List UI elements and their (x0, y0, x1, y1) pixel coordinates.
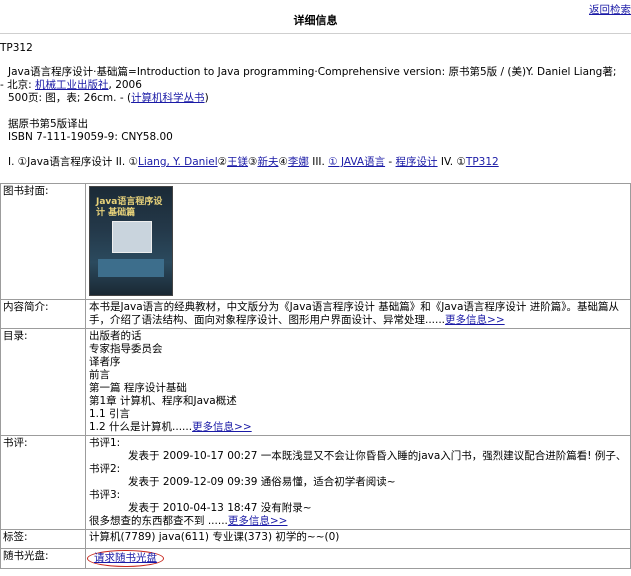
review-3-body: 发表于 2010-04-13 18:47 没有附录~ (128, 502, 312, 514)
tags-label: 标签: (0, 529, 86, 549)
subject-link-programming[interactable]: 程序设计 (396, 156, 438, 168)
tags-value: 计算机(7789) java(611) 专业课(373) 初学的~~(0) (85, 529, 631, 549)
cd-label: 随书光盘: (0, 548, 86, 569)
cover-row: 图书封面: Java语言程序设计 基础篇 (0, 183, 631, 300)
cd-row: 随书光盘: 请求随书光盘 (0, 548, 631, 569)
cover-title: Java语言程序设计 基础篇 (96, 197, 163, 218)
translator-link-1[interactable]: 王镁 (227, 156, 248, 168)
review-2-heading: 书评2: (89, 463, 121, 475)
isbn-price: ISBN 7-111-19059-9: CNY58.00 (8, 131, 173, 143)
publisher-link[interactable]: 机械工业出版社 (35, 79, 109, 91)
reviews-more-link[interactable]: 更多信息>> (228, 515, 288, 527)
summary-more-link[interactable]: 更多信息>> (445, 314, 505, 326)
review-1-heading: 书评1: (89, 437, 121, 449)
author-link-liang[interactable]: Liang, Y. Daniel (138, 156, 218, 168)
toc-item: 第1章 计算机、程序和Java概述 (89, 395, 237, 407)
toc-item: 前言 (89, 369, 110, 381)
toc-item: 译者序 (89, 356, 121, 368)
tags-row: 标签: 计算机(7789) java(611) 专业课(373) 初学的~~(0… (0, 529, 631, 549)
call-number: TP312 (0, 42, 33, 54)
access-points: I. ①Java语言程序设计 II. ①Liang, Y. Daniel②王镁③… (8, 156, 499, 168)
classification-link[interactable]: TP312 (466, 156, 499, 168)
summary-line-1: 本书是Java语言的经典教材，中文版分为《Java语言程序设计 基础篇》和《Ja… (89, 301, 619, 313)
summary-row: 内容简介: 本书是Java语言的经典教材，中文版分为《Java语言程序设计 基础… (0, 299, 631, 329)
header-divider (0, 33, 631, 34)
cover-label: 图书封面: (0, 183, 86, 300)
detail-table: 图书封面: Java语言程序设计 基础篇 内容简介: 本书是Java语言的经典教… (0, 183, 631, 569)
summary-line-2: 手，介绍了语法结构、面向对象程序设计、图形用户界面设计、异常处理......更多… (89, 314, 505, 326)
review-2-body: 发表于 2009-12-09 09:39 通俗易懂，适合初学者阅读~ (128, 476, 396, 488)
toc-item: 第一篇 程序设计基础 (89, 382, 187, 394)
toc-more-link[interactable]: 更多信息>> (192, 421, 252, 433)
toc-row: 目录: 出版者的话 专家指导委员会 译者序 前言 第一篇 程序设计基础 第1章 … (0, 328, 631, 436)
physical-description: 500页: 图，表; 26cm. - (计算机科学丛书) (8, 92, 209, 104)
review-3-heading: 书评3: (89, 489, 121, 501)
publication-line: - 北京: 机械工业出版社, 2006 (0, 79, 142, 91)
page-title: 详细信息 (293, 14, 338, 27)
translation-note: 据原书第5版译出 (8, 118, 89, 130)
summary-label: 内容简介: (0, 299, 86, 329)
cover-band (98, 259, 164, 277)
book-cover-image: Java语言程序设计 基础篇 (89, 186, 173, 296)
cd-request-highlight: 请求随书光盘 (87, 550, 164, 567)
reviews-label: 书评: (0, 435, 86, 530)
review-1-body: 发表于 2009-10-17 00:27 一本既浅显又不会让你昏昏入睡的java… (128, 450, 627, 462)
back-to-search-link[interactable]: 返回检索 (589, 4, 631, 17)
translator-link-2[interactable]: 新夫 (257, 156, 278, 168)
translator-link-3[interactable]: 李娜 (288, 156, 309, 168)
toc-item: 1.2 什么是计算机......更多信息>> (89, 421, 252, 433)
title-statement: Java语言程序设计·基础篇=Introduction to Java prog… (8, 66, 617, 78)
review-tail: 很多想查的东西都查不到 ......更多信息>> (89, 515, 288, 527)
toc-item: 1.1 引言 (89, 408, 131, 420)
toc-item: 专家指导委员会 (89, 343, 163, 355)
series-link[interactable]: 计算机科学丛书 (131, 92, 205, 104)
toc-label: 目录: (0, 328, 86, 436)
toc-item: 出版者的话 (89, 330, 142, 342)
reviews-row: 书评: 书评1: 发表于 2009-10-17 00:27 一本既浅显又不会让你… (0, 435, 631, 530)
subject-link-java[interactable]: ① JAVA语言 (328, 156, 385, 168)
cover-illustration (112, 221, 152, 253)
request-cd-link[interactable]: 请求随书光盘 (94, 552, 157, 564)
